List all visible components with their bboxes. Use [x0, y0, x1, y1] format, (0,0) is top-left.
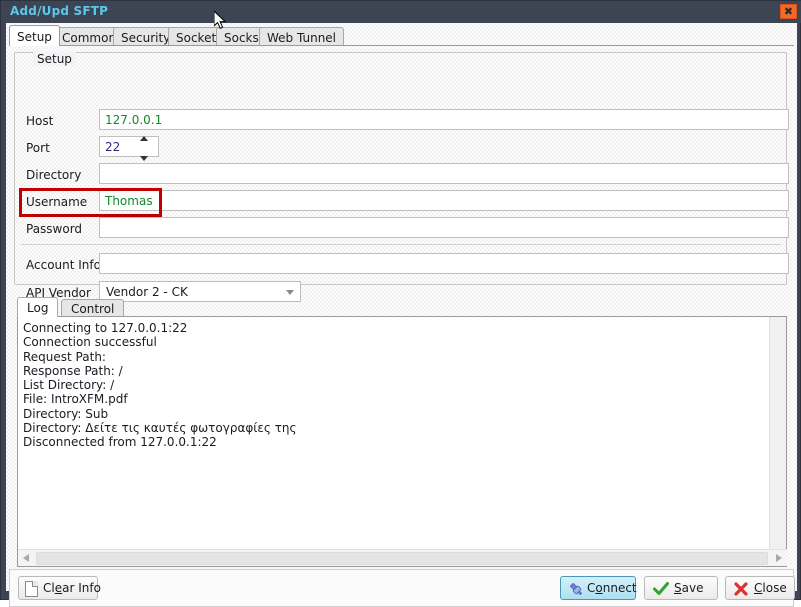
clear-info-label-pre: Cl — [43, 581, 55, 595]
form-separator — [21, 244, 781, 245]
port-spinner-up-button[interactable] — [136, 136, 152, 146]
port-label: Port — [26, 141, 50, 155]
tab-control[interactable]: Control — [61, 299, 125, 317]
dialog-client-area: Setup Common Security Socket Socks Web T… — [6, 23, 797, 607]
close-icon: ✖ — [783, 5, 794, 18]
window-title: Add/Upd SFTP — [10, 4, 109, 18]
host-input[interactable] — [99, 109, 789, 130]
directory-label: Directory — [26, 168, 82, 182]
window-close-button[interactable]: ✖ — [780, 4, 797, 19]
log-vertical-scrollbar[interactable] — [769, 317, 786, 550]
log-output-text: Connecting to 127.0.0.1:22 Connection su… — [23, 321, 297, 450]
port-spinner[interactable] — [136, 136, 152, 161]
checkmark-icon — [653, 582, 669, 595]
document-icon — [25, 581, 38, 597]
password-label: Password — [26, 222, 83, 236]
x-mark-icon — [734, 582, 748, 596]
host-label: Host — [26, 114, 54, 128]
connect-button[interactable]: Connect — [560, 576, 637, 600]
directory-input[interactable] — [99, 163, 789, 184]
account-info-label: Account Info — [26, 258, 101, 272]
save-button[interactable]: Save — [644, 576, 718, 600]
save-label-accel: S — [674, 581, 682, 595]
username-input[interactable] — [99, 190, 789, 211]
setup-groupbox-legend: Setup — [33, 52, 76, 66]
chevron-down-icon — [140, 156, 148, 161]
tab-web-tunnel[interactable]: Web Tunnel — [259, 27, 345, 46]
close-button[interactable]: Close — [725, 576, 795, 600]
dialog-footer: Clear Info Connect Save Close — [9, 569, 795, 607]
clear-info-label-accel: e — [54, 581, 63, 595]
username-label: Username — [26, 195, 88, 209]
log-horizontal-scrollbar[interactable] — [18, 549, 787, 566]
password-input[interactable] — [99, 217, 789, 238]
plug-icon — [569, 582, 583, 596]
close-label-post: lose — [762, 581, 787, 595]
scroll-right-arrow-icon[interactable] — [770, 550, 787, 567]
clear-info-label-post: ar Info — [62, 581, 101, 595]
save-label-post: ave — [681, 581, 704, 595]
main-tab-strip: Setup Common Security Socket Socks Web T… — [9, 25, 794, 46]
tab-log[interactable]: Log — [17, 297, 59, 317]
account-info-input[interactable] — [99, 253, 789, 274]
scroll-left-arrow-icon[interactable] — [18, 550, 35, 567]
connect-label-post: nnect — [602, 581, 637, 595]
sftp-dialog-window: Add/Upd SFTP ✖ Setup Common Security Soc… — [0, 0, 801, 607]
tab-setup[interactable]: Setup — [9, 25, 60, 46]
log-tab-strip: Log Control — [17, 297, 787, 317]
connect-label-accel: o — [595, 581, 603, 595]
title-bar: Add/Upd SFTP ✖ — [1, 1, 801, 23]
clear-info-button[interactable]: Clear Info — [18, 576, 101, 600]
chevron-up-icon — [140, 136, 148, 141]
setup-page: Setup Host Port Directory Username Passw… — [9, 45, 794, 567]
log-panel: Connecting to 127.0.0.1:22 Connection su… — [17, 316, 787, 567]
horizontal-scroll-thumb[interactable] — [36, 552, 768, 565]
port-spinner-down-button[interactable] — [136, 146, 152, 161]
